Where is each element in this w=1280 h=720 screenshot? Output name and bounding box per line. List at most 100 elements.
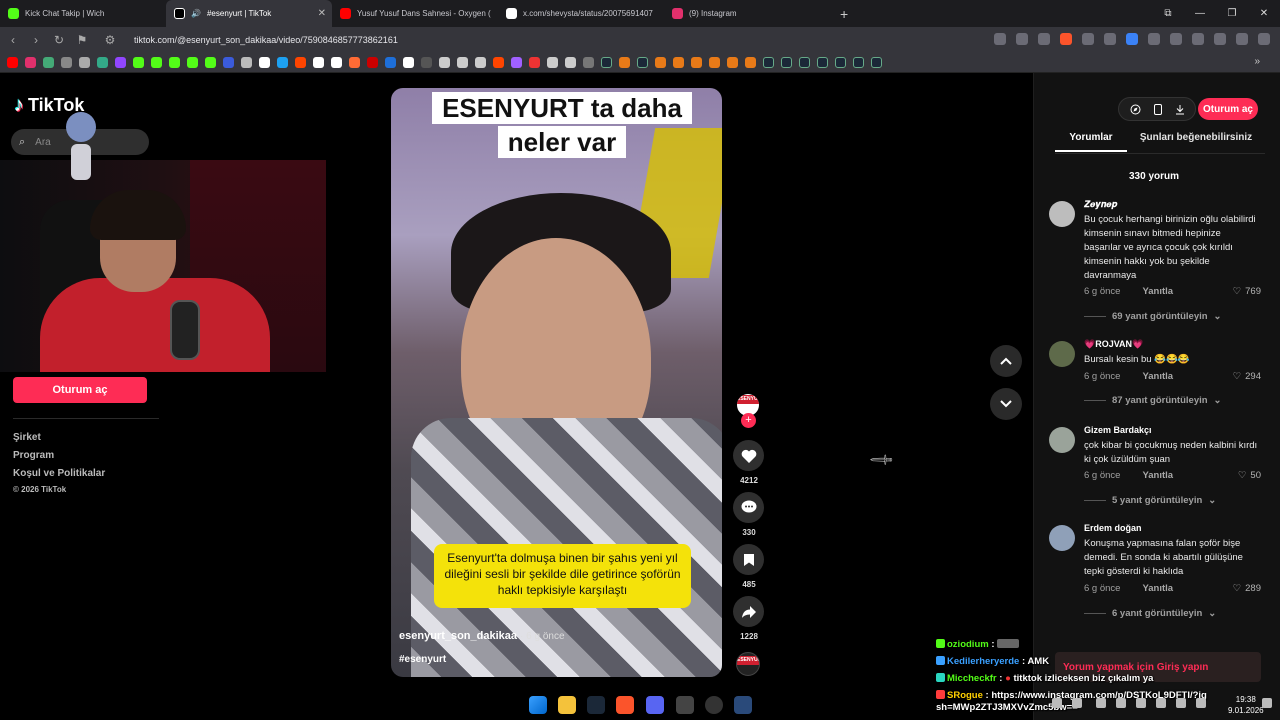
reddit-bookmark-icon[interactable]	[493, 57, 504, 68]
explore-icon[interactable]	[1130, 104, 1141, 115]
bookmark-icon[interactable]	[511, 57, 522, 68]
reddit-bookmark-icon[interactable]	[295, 57, 306, 68]
bookmark-icon[interactable]	[79, 57, 90, 68]
discord-icon[interactable]	[646, 696, 664, 714]
restore-button[interactable]: ❐	[1216, 0, 1248, 27]
battery-icon[interactable]	[1196, 698, 1206, 708]
tab-kick-chat[interactable]: Kick Chat Takip | Wich	[0, 0, 166, 27]
bookmark-icon[interactable]	[475, 57, 486, 68]
extension-icon[interactable]	[1148, 33, 1160, 45]
bookmark-icon[interactable]	[97, 57, 108, 68]
bookmark-icon[interactable]	[439, 57, 450, 68]
bookmark-icon[interactable]	[367, 57, 378, 68]
bookmark-icon[interactable]	[43, 57, 54, 68]
reload-icon[interactable]: ↻	[49, 33, 69, 47]
header-login-button[interactable]: Oturum aç	[1198, 98, 1258, 120]
menu-icon[interactable]	[1258, 33, 1270, 45]
tab-comments[interactable]: Yorumlar	[1055, 132, 1127, 152]
view-replies-button[interactable]: 69 yanıt görüntüleyin ⌄	[1084, 311, 1222, 322]
close-window-button[interactable]: ✕	[1248, 0, 1280, 27]
bookmark-icon[interactable]	[205, 57, 216, 68]
instagram-bookmark-icon[interactable]	[25, 57, 36, 68]
bookmark-icon[interactable]	[673, 57, 684, 68]
translate-icon[interactable]	[994, 33, 1006, 45]
steam-icon[interactable]	[587, 696, 605, 714]
app-icon[interactable]	[734, 696, 752, 714]
forward-icon[interactable]: ›	[26, 33, 46, 47]
next-video-button[interactable]	[990, 388, 1022, 420]
reply-button[interactable]: Yanıtla	[1142, 286, 1173, 297]
bookmark-icon[interactable]	[709, 57, 720, 68]
bookmark-icon[interactable]	[223, 57, 234, 68]
footer-link-company[interactable]: Şirket	[13, 432, 41, 443]
windows-start-icon[interactable]	[529, 696, 547, 714]
footer-link-program[interactable]: Program	[13, 450, 54, 461]
site-settings-icon[interactable]: ⚙	[100, 33, 120, 47]
bookmark-icon[interactable]	[385, 57, 396, 68]
share-icon[interactable]	[1038, 33, 1050, 45]
commenter-name[interactable]: Erdem doğan	[1084, 523, 1142, 533]
youtube-bookmark-icon[interactable]	[7, 57, 18, 68]
reply-button[interactable]: Yanıtla	[1142, 583, 1173, 594]
tray-app-icon[interactable]	[1116, 698, 1126, 708]
speaker-icon[interactable]	[1156, 698, 1166, 708]
twitch-bookmark-icon[interactable]	[115, 57, 126, 68]
steam-bookmark-icon[interactable]	[637, 57, 648, 68]
bookmark-icon[interactable]: ⚑	[72, 33, 92, 47]
bookmark-icon[interactable]	[655, 57, 666, 68]
obs-icon[interactable]	[705, 696, 723, 714]
music-disc-icon[interactable]: ESENYURT	[736, 652, 760, 676]
extension-icon[interactable]	[1192, 33, 1204, 45]
network-icon[interactable]	[1176, 698, 1186, 708]
view-replies-button[interactable]: 6 yanıt görüntüleyin ⌄	[1084, 608, 1216, 619]
steam-bookmark-icon[interactable]	[763, 57, 774, 68]
like-button[interactable]	[733, 440, 764, 471]
commenter-avatar[interactable]	[1049, 427, 1075, 453]
commenter-avatar[interactable]	[1049, 201, 1075, 227]
steam-bookmark-icon[interactable]	[781, 57, 792, 68]
speaker-icon[interactable]: 🔊	[191, 9, 201, 18]
bookmark-icon[interactable]	[619, 57, 630, 68]
brave-browser-icon[interactable]	[616, 696, 634, 714]
tray-chevron-icon[interactable]	[1052, 698, 1062, 708]
url-field[interactable]: tiktok.com/@esenyurt_son_dakikaa/video/7…	[134, 35, 398, 45]
media-icon[interactable]	[1236, 33, 1248, 45]
view-replies-button[interactable]: 5 yanıt görüntüleyin ⌄	[1084, 495, 1216, 506]
reply-button[interactable]: Yanıtla	[1142, 371, 1173, 382]
footer-link-terms[interactable]: Koşul ve Politikalar	[13, 468, 105, 479]
folder-icon[interactable]	[583, 57, 594, 68]
bookmark-icon[interactable]	[745, 57, 756, 68]
comment-like-button[interactable]: ♡ 50	[1238, 470, 1261, 481]
file-explorer-icon[interactable]	[558, 696, 576, 714]
app-icon[interactable]	[676, 696, 694, 714]
video-hashtag[interactable]: #esenyurt	[399, 654, 446, 665]
steam-bookmark-icon[interactable]	[835, 57, 846, 68]
bookmark-icon[interactable]	[313, 57, 324, 68]
bookmark-icon[interactable]	[529, 57, 540, 68]
author-username[interactable]: esenyurt_son_dakikaa	[399, 630, 517, 642]
steam-bookmark-icon[interactable]	[871, 57, 882, 68]
extension-icon[interactable]	[1104, 33, 1116, 45]
minimize-button[interactable]: —	[1184, 0, 1216, 27]
bookmark-icon[interactable]	[331, 57, 342, 68]
brave-shield-icon[interactable]	[1060, 33, 1072, 45]
steam-bookmark-icon[interactable]	[817, 57, 828, 68]
x-bookmark-icon[interactable]	[259, 57, 270, 68]
system-clock[interactable]: 19:38 9.01.2026	[1228, 694, 1264, 716]
commenter-name[interactable]: 💗ROJVAN💗	[1084, 339, 1143, 350]
bookmark-icon[interactable]	[727, 57, 738, 68]
share-button[interactable]	[733, 596, 764, 627]
bookmark-icon[interactable]	[61, 57, 72, 68]
video-author[interactable]: esenyurt_son_dakikaa · 6 g önce	[399, 630, 565, 642]
view-replies-button[interactable]: 87 yanıt görüntüleyin ⌄	[1084, 395, 1222, 406]
bookmark-icon[interactable]	[547, 57, 558, 68]
commenter-avatar[interactable]	[1049, 341, 1075, 367]
login-button[interactable]: Oturum aç	[13, 377, 147, 403]
comment-like-button[interactable]: ♡ 294	[1233, 371, 1261, 382]
download-icon[interactable]	[1175, 104, 1185, 115]
bookmark-icon[interactable]	[457, 57, 468, 68]
back-icon[interactable]: ‹	[3, 33, 23, 47]
bookmark-icon[interactable]	[691, 57, 702, 68]
tray-app-icon[interactable]	[1136, 698, 1146, 708]
extension-icon[interactable]	[1126, 33, 1138, 45]
